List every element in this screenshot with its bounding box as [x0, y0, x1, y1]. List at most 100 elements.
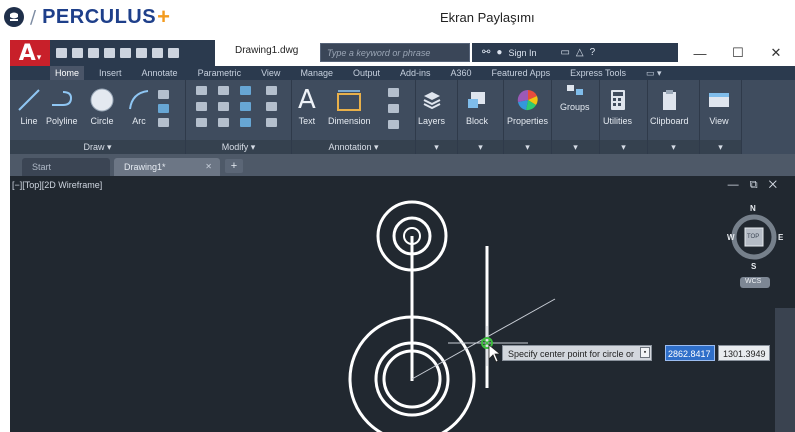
- tab-add-ins[interactable]: Add-ins: [395, 66, 436, 80]
- minimize-button[interactable]: —: [681, 40, 719, 66]
- panel-groups-expand[interactable]: ▾: [552, 140, 599, 154]
- panel-annotation-title[interactable]: Annotation ▾: [292, 140, 415, 154]
- groups-tool[interactable]: Groups: [560, 82, 590, 112]
- clipboard-tool[interactable]: Clipboard: [650, 86, 689, 126]
- close-button[interactable]: ✕: [757, 40, 795, 66]
- rectangle-icon[interactable]: [158, 90, 169, 99]
- new-tab-button[interactable]: +: [225, 159, 243, 173]
- move-icon[interactable]: [196, 86, 207, 95]
- tab-more[interactable]: ▭ ▾: [641, 66, 667, 80]
- print-icon[interactable]: [120, 48, 131, 58]
- scale-icon[interactable]: [218, 118, 229, 127]
- tab-parametric[interactable]: Parametric: [193, 66, 247, 80]
- tab-manage[interactable]: Manage: [295, 66, 338, 80]
- save-icon[interactable]: [88, 48, 99, 58]
- customize-qat-icon[interactable]: [168, 48, 179, 58]
- arc-tool[interactable]: Arc: [126, 86, 152, 126]
- tab-featured-apps[interactable]: Featured Apps: [487, 66, 556, 80]
- stretch-icon[interactable]: [196, 118, 207, 127]
- sign-in-link[interactable]: Sign In: [508, 48, 536, 58]
- viewcube-top[interactable]: TOP: [747, 234, 759, 240]
- open-icon[interactable]: [72, 48, 83, 58]
- new-icon[interactable]: [56, 48, 67, 58]
- tab-annotate[interactable]: Annotate: [137, 66, 183, 80]
- navigation-bar[interactable]: [775, 308, 795, 432]
- viewcube-east[interactable]: E: [778, 233, 783, 242]
- document-title: Drawing1.dwg: [235, 45, 299, 56]
- undo-icon[interactable]: [136, 48, 147, 58]
- text-icon: A: [298, 85, 316, 115]
- dimension-tool[interactable]: Dimension: [328, 86, 371, 126]
- erase-icon[interactable]: [266, 86, 277, 95]
- circle-tool[interactable]: Circle: [88, 86, 116, 126]
- panel-clipboard-expand[interactable]: ▾: [648, 140, 699, 154]
- copy-icon[interactable]: [196, 102, 207, 111]
- clipboard-icon: [659, 86, 679, 114]
- viewcube-north[interactable]: N: [750, 204, 756, 213]
- polyline-tool[interactable]: Polyline: [46, 86, 78, 126]
- panel-block-expand[interactable]: ▾: [458, 140, 503, 154]
- help-icon[interactable]: ?: [590, 47, 596, 58]
- panel-properties: Properties ▾: [504, 80, 552, 154]
- table-icon[interactable]: [388, 120, 399, 129]
- brand-name: PERCULUS: [42, 5, 157, 28]
- layers-tool[interactable]: Layers: [418, 86, 445, 126]
- redo-icon[interactable]: [152, 48, 163, 58]
- viewport-window-controls[interactable]: — ⧉ ✕: [728, 179, 781, 192]
- tab-insert[interactable]: Insert: [94, 66, 127, 80]
- array-icon[interactable]: [240, 118, 251, 127]
- panel-draw-title[interactable]: Draw ▾: [10, 140, 185, 154]
- y-coordinate-input[interactable]: 1301.3949: [718, 345, 770, 361]
- panel-properties-expand[interactable]: ▾: [504, 140, 551, 154]
- prompt-options-button[interactable]: ▪: [640, 347, 650, 358]
- panel-clipboard: Clipboard ▾: [648, 80, 700, 154]
- properties-tool[interactable]: Properties: [507, 86, 548, 126]
- tab-home[interactable]: Home: [50, 66, 85, 80]
- mirror-icon[interactable]: [218, 102, 229, 111]
- rotate-icon[interactable]: [218, 86, 229, 95]
- exchange-icon[interactable]: △: [576, 47, 584, 58]
- arc-icon: [126, 86, 152, 114]
- ucs-label[interactable]: WCS: [745, 278, 761, 285]
- panel-block: Block ▾: [458, 80, 504, 154]
- search-input[interactable]: Type a keyword or phrase: [320, 43, 470, 62]
- trim-icon[interactable]: [240, 86, 251, 95]
- panel-utilities-expand[interactable]: ▾: [600, 140, 647, 154]
- panel-modify-title[interactable]: Modify ▾: [186, 140, 291, 154]
- viewport-controls-label[interactable]: [−][Top][2D Wireframe]: [12, 180, 102, 190]
- fillet-icon[interactable]: [240, 102, 251, 111]
- explode-icon[interactable]: [266, 102, 277, 111]
- tab-a360[interactable]: A360: [446, 66, 477, 80]
- viewcube-west[interactable]: W: [727, 233, 735, 242]
- line-tool[interactable]: Line: [16, 86, 42, 126]
- user-icon: ●: [496, 47, 503, 58]
- binoculars-icon[interactable]: ⚯: [482, 47, 490, 58]
- block-tool[interactable]: Block: [465, 86, 489, 126]
- viewcube-south[interactable]: S: [751, 262, 756, 271]
- utilities-tool[interactable]: Utilities: [603, 86, 632, 126]
- offset-icon[interactable]: [266, 118, 277, 127]
- drawing-canvas[interactable]: [10, 176, 795, 432]
- x-coordinate-input[interactable]: 2862.8417: [665, 345, 715, 361]
- drawing-viewport[interactable]: [−][Top][2D Wireframe] — ⧉ ✕ N S E W TOP…: [10, 176, 795, 432]
- view-tool[interactable]: View: [707, 86, 731, 126]
- line-icon: [16, 86, 42, 114]
- tab-view[interactable]: View: [256, 66, 285, 80]
- leader-icon[interactable]: [388, 104, 399, 113]
- close-tab-icon[interactable]: ✕: [205, 162, 212, 171]
- save-as-icon[interactable]: [104, 48, 115, 58]
- application-menu-button[interactable]: A ▾: [10, 40, 50, 66]
- maximize-button[interactable]: ☐: [719, 40, 757, 66]
- panel-view-expand[interactable]: ▾: [700, 140, 741, 154]
- tab-drawing1[interactable]: Drawing1* ✕: [114, 158, 220, 176]
- tab-output[interactable]: Output: [348, 66, 385, 80]
- panel-layers-expand[interactable]: ▾: [416, 140, 457, 154]
- perculus-logo-icon: [4, 7, 24, 27]
- cart-icon[interactable]: ▭: [560, 47, 569, 58]
- tab-express-tools[interactable]: Express Tools: [565, 66, 631, 80]
- tab-start[interactable]: Start: [22, 158, 110, 176]
- text-tool[interactable]: A Text: [298, 85, 316, 126]
- linear-dim-icon[interactable]: [388, 88, 399, 97]
- boundary-icon[interactable]: [158, 118, 169, 127]
- hatch-icon[interactable]: [158, 104, 169, 113]
